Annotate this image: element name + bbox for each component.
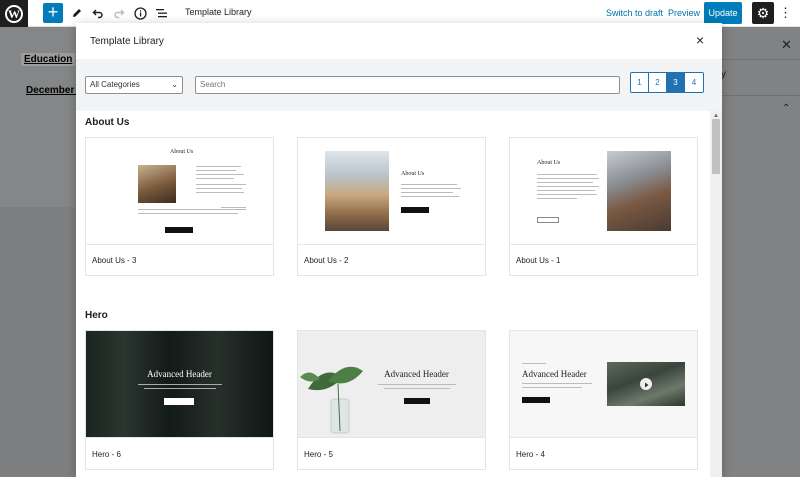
template-card-about-us-2[interactable]: About Us About Us - 2 — [297, 137, 486, 276]
template-card-hero-6[interactable]: Advanced Header Hero - 6 — [85, 330, 274, 470]
wordpress-logo-mark: W — [5, 4, 23, 23]
template-thumbnail: Advanced Header — [510, 331, 697, 437]
thumbnail-button — [537, 217, 559, 223]
portrait-photo — [607, 151, 671, 231]
pagination: 1 2 3 4 — [630, 72, 704, 93]
video-thumbnail — [607, 362, 685, 406]
thumbnail-button — [404, 398, 430, 404]
thumbnail-button — [165, 227, 193, 233]
modal-scrollbar[interactable]: ▲ — [710, 111, 722, 477]
sidebar-divider — [720, 95, 800, 96]
play-icon — [640, 378, 652, 390]
template-thumbnail: About Us — [86, 138, 273, 244]
template-card-label: Hero - 5 — [304, 450, 333, 459]
search-input[interactable]: Search — [195, 76, 620, 94]
template-card-about-us-1[interactable]: About Us About Us - 1 — [509, 137, 698, 276]
close-icon: ✕ — [781, 37, 792, 52]
section-title-hero: Hero — [85, 310, 108, 321]
template-card-about-us-3[interactable]: About Us About Us - 3 — [85, 137, 274, 276]
gear-icon[interactable]: ⚙ — [752, 2, 774, 24]
thumbnail-button — [401, 207, 429, 213]
template-card-label: Hero - 6 — [92, 450, 121, 459]
filter-bar: All Categories ⌄ Search 1 2 3 4 — [76, 59, 722, 111]
add-block-button[interactable]: + — [43, 3, 63, 23]
template-thumbnail: About Us — [510, 138, 697, 244]
modal-title: Template Library — [90, 36, 164, 47]
section-title-about-us: About Us — [85, 117, 130, 128]
category-select-value: All Categories — [90, 80, 140, 89]
undo-icon[interactable] — [89, 4, 107, 22]
close-icon[interactable]: × — [696, 33, 704, 47]
scrollbar-thumb[interactable] — [712, 119, 720, 174]
thumbnail-heading: Advanced Header — [522, 369, 587, 379]
thumbnail-button — [164, 398, 194, 405]
thumbnail-heading: Advanced Header — [147, 369, 212, 379]
education-link: Education — [21, 53, 76, 66]
page-button-3[interactable]: 3 — [667, 73, 685, 92]
sidebar-divider — [720, 59, 800, 60]
page-button-1[interactable]: 1 — [631, 73, 649, 92]
chevron-down-icon: ⌄ — [171, 80, 178, 89]
portrait-photo — [138, 165, 176, 203]
template-thumbnail: About Us — [298, 138, 485, 244]
template-card-label: About Us - 2 — [304, 256, 349, 265]
page-button-4[interactable]: 4 — [685, 73, 703, 92]
portrait-photo — [325, 151, 389, 231]
template-thumbnail: Advanced Header — [298, 331, 485, 437]
date-link: December 1 — [26, 85, 83, 96]
thumbnail-heading: About Us — [401, 171, 425, 177]
update-button[interactable]: Update — [704, 2, 742, 24]
template-card-hero-5[interactable]: Advanced Header Hero - 5 — [297, 330, 486, 470]
info-icon[interactable] — [131, 4, 149, 22]
chevron-up-icon: ⌃ — [782, 103, 791, 114]
switch-to-draft-button[interactable]: Switch to draft — [606, 8, 663, 18]
template-card-hero-4[interactable]: Advanced Header Hero - 4 — [509, 330, 698, 470]
thumbnail-heading: About Us — [537, 160, 561, 166]
template-card-label: Hero - 4 — [516, 450, 545, 459]
preview-button[interactable]: Preview — [668, 8, 700, 18]
wordpress-logo-icon[interactable]: W — [0, 0, 28, 27]
template-library-modal: Template Library × All Categories ⌄ Sear… — [76, 23, 722, 477]
template-card-label: About Us - 3 — [92, 256, 137, 265]
thumbnail-button — [522, 397, 550, 403]
pencil-icon[interactable] — [68, 4, 86, 22]
category-select[interactable]: All Categories ⌄ — [85, 76, 183, 94]
thumbnail-heading: Advanced Header — [384, 369, 449, 379]
redo-icon[interactable] — [110, 4, 128, 22]
template-thumbnail: Advanced Header — [86, 331, 273, 437]
document-title[interactable]: Template Library — [185, 7, 252, 17]
list-view-icon[interactable] — [152, 4, 170, 22]
template-card-label: About Us - 1 — [516, 256, 561, 265]
thumbnail-heading: About Us — [170, 149, 194, 155]
page-button-2[interactable]: 2 — [649, 73, 667, 92]
more-options-icon[interactable]: ⋮ — [779, 5, 792, 21]
modal-header: Template Library × — [76, 23, 722, 59]
